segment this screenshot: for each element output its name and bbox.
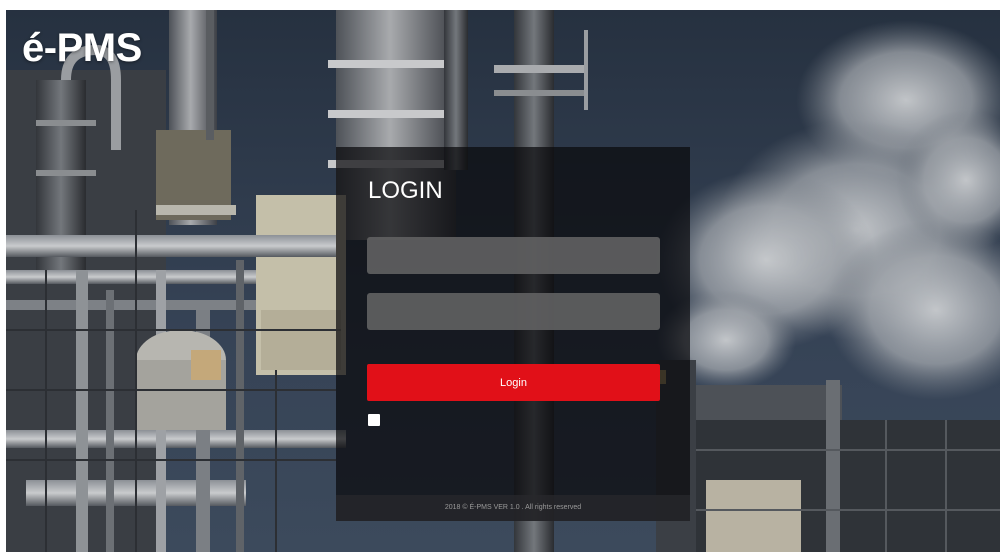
login-panel: LOGIN Login 2018 © É-PMS VER 1.0 . All r… bbox=[336, 147, 690, 521]
remember-checkbox[interactable] bbox=[368, 414, 380, 426]
username-input[interactable] bbox=[367, 237, 660, 274]
login-button[interactable]: Login bbox=[367, 364, 660, 401]
login-title: LOGIN bbox=[368, 177, 443, 204]
login-page: é-PMS LOGIN Login 2018 © É-PMS VER 1.0 .… bbox=[6, 10, 1000, 552]
copyright-footer: 2018 © É-PMS VER 1.0 . All rights reserv… bbox=[336, 495, 690, 521]
password-input[interactable] bbox=[367, 293, 660, 330]
app-logo: é-PMS bbox=[22, 26, 142, 70]
